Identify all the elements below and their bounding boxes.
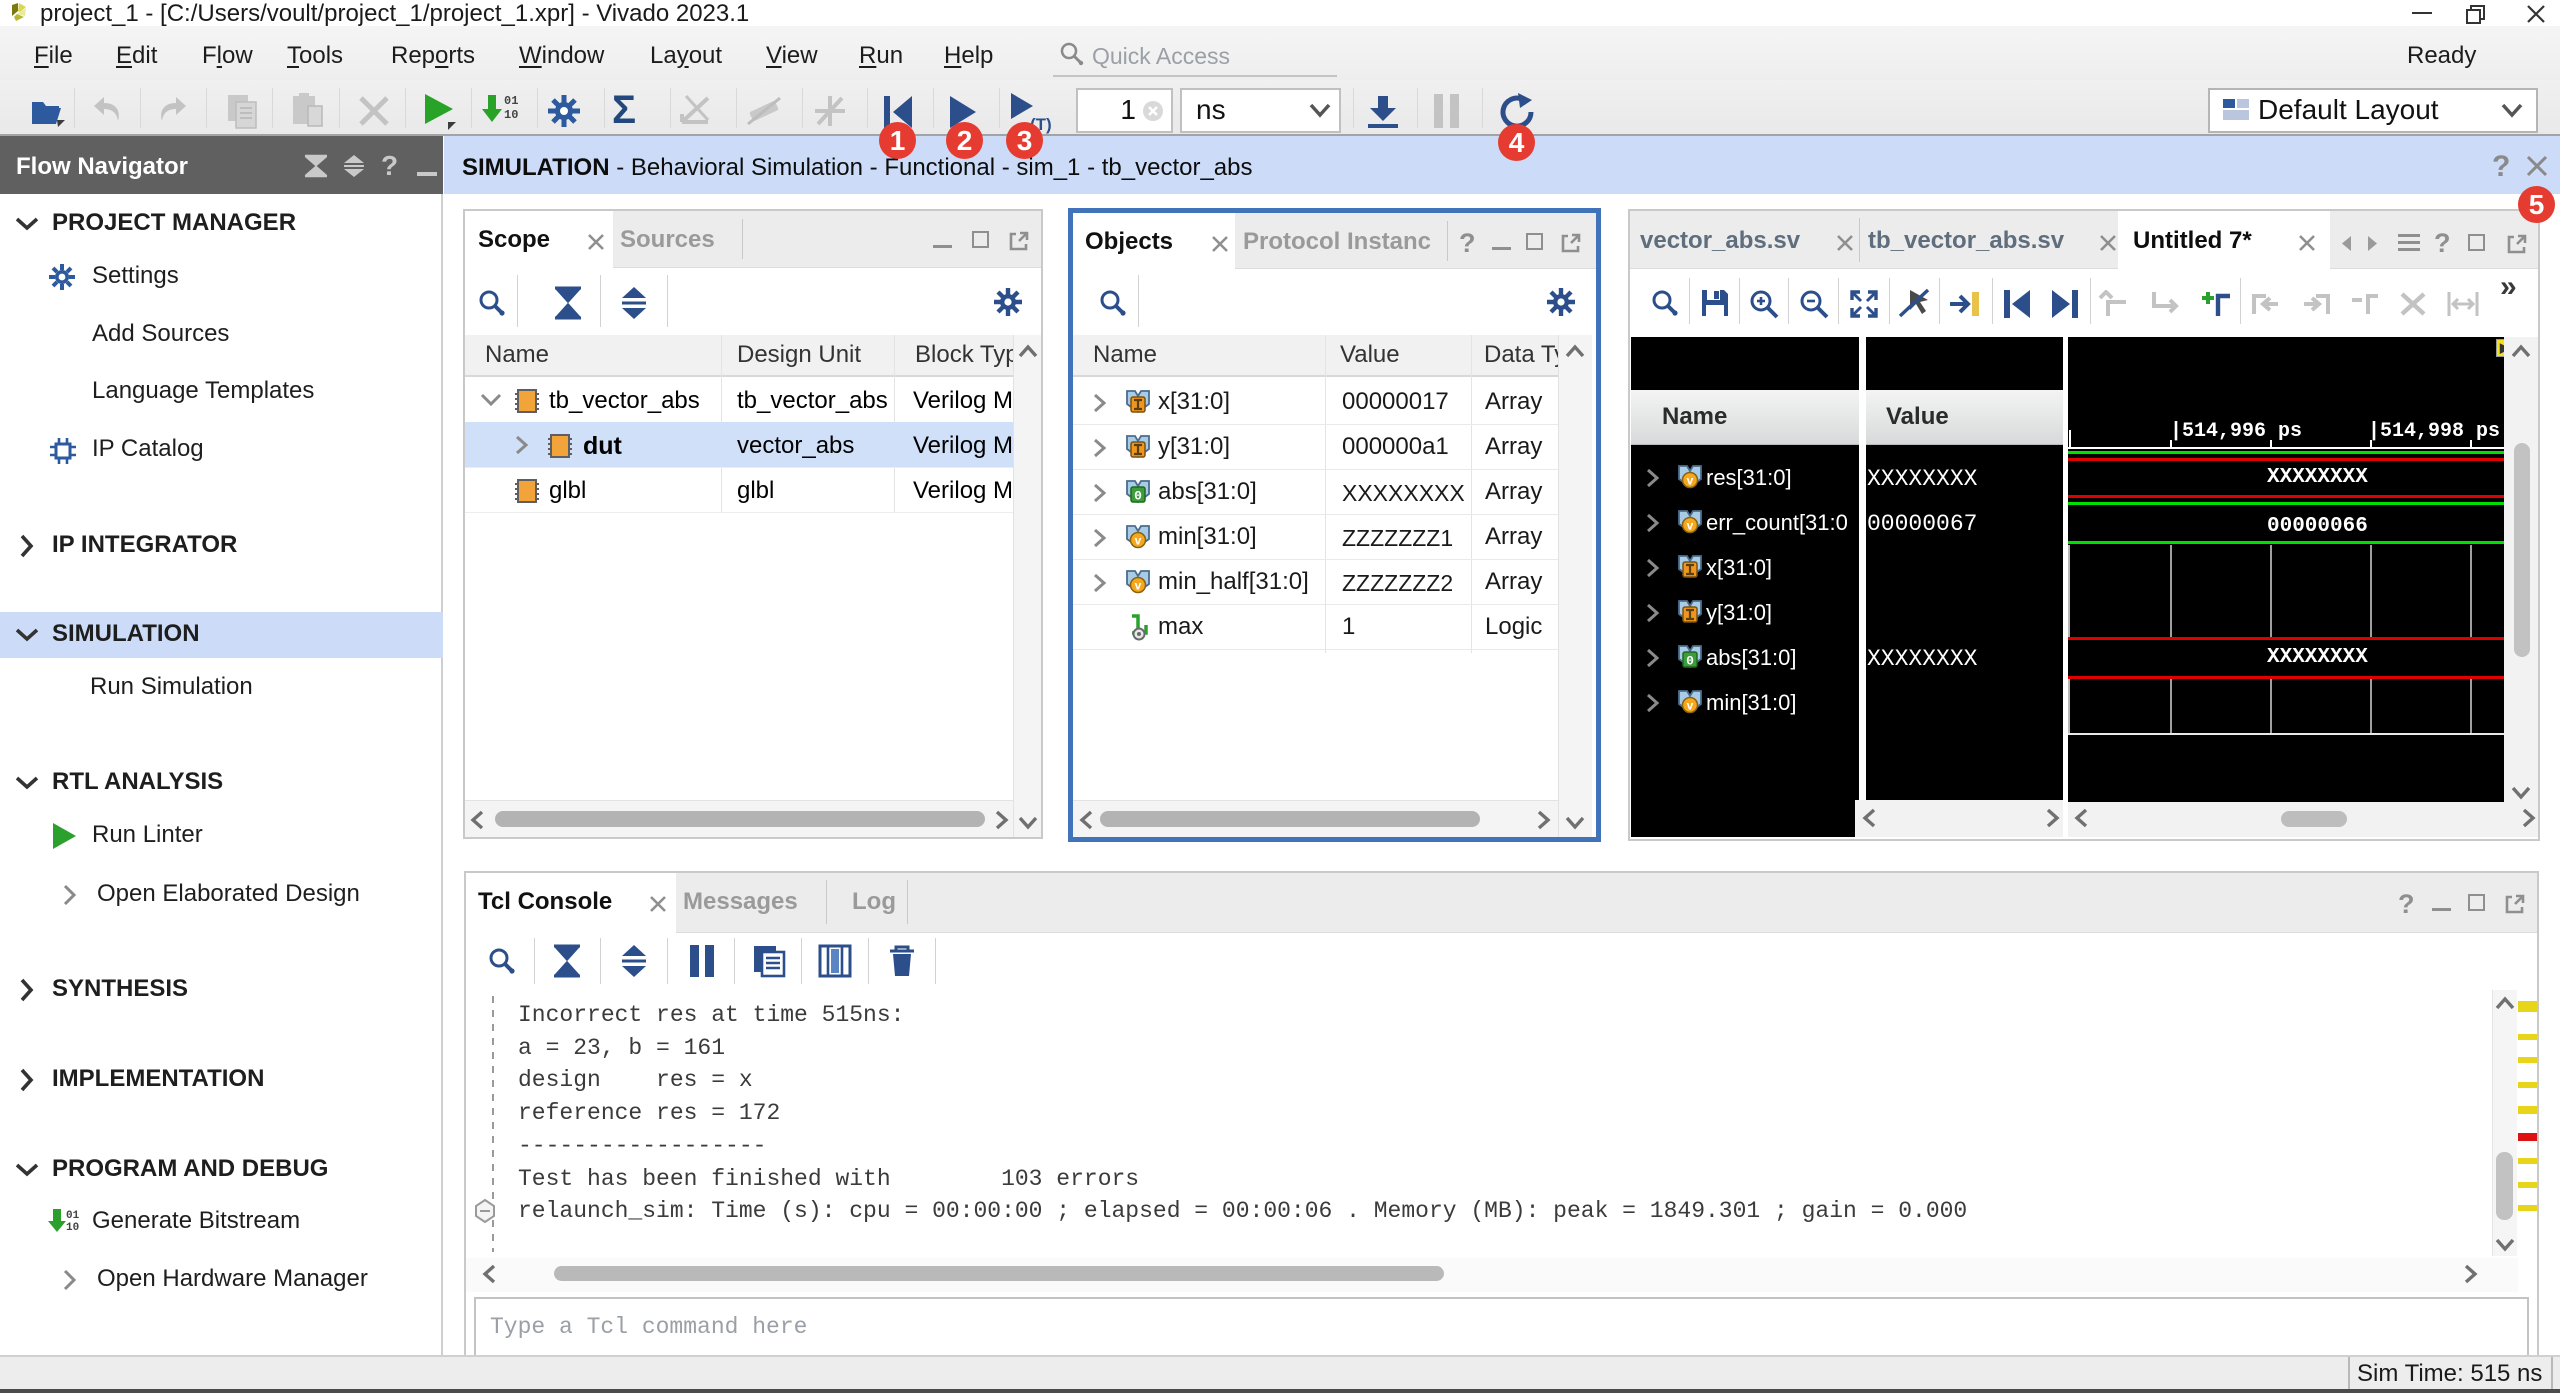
svg-text:01: 01 (504, 94, 518, 108)
svg-text:01: 01 (66, 1210, 80, 1222)
svg-text:10: 10 (504, 108, 518, 122)
svg-text:10: 10 (66, 1222, 79, 1234)
